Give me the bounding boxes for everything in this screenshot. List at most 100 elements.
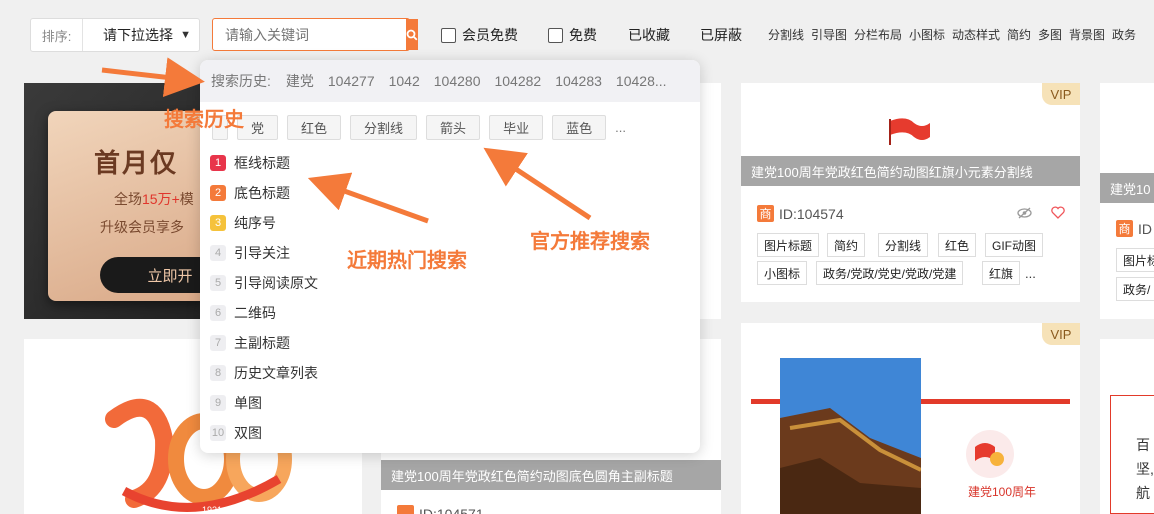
tag-filter-multi-image[interactable]: 多图	[1038, 26, 1062, 43]
recommended-tag[interactable]: 蓝色	[552, 115, 607, 140]
card-tag[interactable]: 政务/党政/党史/党政/党建	[816, 261, 964, 285]
card-tag[interactable]: 图片标题	[757, 233, 820, 257]
member-free-checkbox[interactable]: 会员免费	[441, 25, 518, 45]
commercial-badge	[397, 505, 414, 514]
template-card-104574[interactable]: VIP 建党100周年党政红色简约动图红旗小元素分割线 商 ID:104574 …	[741, 83, 1080, 302]
sort-label: 排序:	[31, 19, 83, 51]
rank-badge: 9	[210, 395, 226, 411]
template-card-temple[interactable]: VIP 建党100周年	[741, 323, 1080, 514]
card-id: ID:104574	[779, 205, 844, 222]
commercial-badge: 商	[1116, 220, 1133, 237]
annotation-recommended: 官方推荐搜索	[530, 229, 650, 253]
history-item[interactable]: 建党	[286, 71, 314, 91]
card-tag[interactable]: 红旗	[982, 261, 1021, 285]
text-line: 航	[1136, 485, 1150, 501]
hot-search-item[interactable]: 10 双图	[210, 418, 318, 448]
tag-filter-small-icon[interactable]: 小图标	[909, 26, 945, 43]
hot-search-item[interactable]: 2 底色标题	[210, 178, 318, 208]
card-id: ID	[1138, 220, 1152, 237]
free-label: 免费	[569, 27, 597, 43]
tag-filter-simple[interactable]: 简约	[1007, 26, 1031, 43]
card-title: 建党100周年党政红色简约动图红旗小元素分割线	[741, 156, 1080, 186]
collected-filter[interactable]: 已收藏	[628, 25, 670, 45]
hot-search-item[interactable]: 4 引导关注	[210, 238, 318, 268]
history-item[interactable]: 10428...	[616, 73, 667, 89]
card-tag[interactable]: 政务/	[1116, 277, 1154, 301]
search-input[interactable]	[213, 19, 406, 50]
card-id-row: ID:104571	[397, 505, 484, 514]
tag-filter-divider[interactable]: 分割线	[768, 26, 804, 43]
sort-dropdown[interactable]: 排序: 请下拉选择 ▼	[30, 18, 200, 52]
banner-line2: 升级会员享多	[100, 219, 184, 235]
recommended-more[interactable]: ...	[615, 120, 626, 135]
banner-line1-prefix: 全场	[114, 191, 142, 207]
template-card-partial[interactable]: 建党10 商 ID 图片标 政务/	[1100, 83, 1154, 319]
eye-hidden-icon[interactable]	[1017, 207, 1032, 219]
card-id-row: 商 ID:104574	[757, 205, 844, 222]
hot-search-list: 1 框线标题 2 底色标题 3 纯序号 4 引导关注 5 引导阅读原文 6 二维码 7 主副标…	[210, 148, 318, 448]
hot-search-item[interactable]: 8 历史文章列表	[210, 358, 318, 388]
history-item[interactable]: 104280	[434, 73, 481, 89]
hot-search-item[interactable]: 9 单图	[210, 388, 318, 418]
tag-filter-background[interactable]: 背景图	[1069, 26, 1105, 43]
banner-line1: 全场15万+模	[114, 189, 194, 209]
rank-badge: 6	[210, 305, 226, 321]
hot-search-item[interactable]: 5 引导阅读原文	[210, 268, 318, 298]
tag-filter-columns[interactable]: 分栏布局	[854, 26, 902, 43]
template-card-partial-text[interactable]: 百 坚, 航	[1100, 339, 1154, 514]
free-checkbox[interactable]: 免费	[548, 25, 597, 45]
tag-filter-guide[interactable]: 引导图	[811, 26, 847, 43]
commercial-badge: 商	[757, 205, 774, 222]
hot-search-label: 纯序号	[234, 215, 276, 231]
tag-filter-government[interactable]: 政务	[1112, 26, 1136, 43]
history-item[interactable]: 104277	[328, 73, 375, 89]
hot-search-item[interactable]: 7 主副标题	[210, 328, 318, 358]
card-id-row: 商 ID	[1116, 220, 1152, 237]
checkbox-box[interactable]	[548, 27, 563, 43]
card-caption: 建党100周年	[968, 485, 1037, 499]
checkbox-box[interactable]	[441, 27, 456, 43]
history-item[interactable]: 104282	[494, 73, 541, 89]
hot-search-label: 单图	[234, 395, 262, 411]
card-tag[interactable]: 红色	[938, 233, 977, 257]
history-item[interactable]: 1042	[389, 73, 420, 89]
recommended-tag[interactable]: 分割线	[350, 115, 418, 140]
history-item[interactable]: 104283	[555, 73, 602, 89]
hot-search-label: 引导阅读原文	[234, 275, 318, 291]
recommended-search-row: 党 红色 分割线 箭头 毕业 蓝色 ...	[212, 115, 626, 140]
recommended-tag[interactable]: 箭头	[426, 115, 481, 140]
rank-badge: 10	[210, 425, 226, 441]
card-title: 建党100周年党政红色简约动图底色圆角主副标题	[381, 460, 721, 490]
hot-search-item[interactable]: 6 二维码	[210, 298, 318, 328]
blocked-filter[interactable]: 已屏蔽	[700, 25, 742, 45]
card-tag[interactable]: 简约	[827, 233, 866, 257]
hot-search-label: 框线标题	[234, 155, 290, 171]
search-button[interactable]	[406, 19, 418, 50]
heart-icon[interactable]	[1051, 206, 1065, 219]
rank-badge: 4	[210, 245, 226, 261]
card-tag[interactable]: GIF动图	[985, 233, 1043, 257]
hot-search-label: 引导关注	[234, 245, 290, 261]
card-tag[interactable]: 图片标	[1116, 248, 1154, 272]
sort-select[interactable]: 请下拉选择 ▼	[83, 25, 199, 45]
recommended-tag[interactable]: 红色	[287, 115, 342, 140]
hot-search-item[interactable]: 1 框线标题	[210, 148, 318, 178]
party-emblem-icon	[966, 430, 1014, 478]
arrow-to-history	[101, 57, 205, 98]
filter-bar: 排序: 请下拉选择 ▼ 会员免费 免费 已收藏 已屏蔽 分割线 引导图 分栏布局…	[0, 0, 1154, 66]
search-icon	[406, 29, 418, 40]
logo-years: 1921-2021	[202, 505, 245, 514]
hot-search-item[interactable]: 3 纯序号	[210, 208, 318, 238]
vip-badge: VIP	[1042, 83, 1080, 105]
card-tag[interactable]: 小图标	[757, 261, 808, 285]
annotation-hot: 近期热门搜索	[347, 248, 467, 272]
hot-search-label: 主副标题	[234, 335, 290, 351]
chevron-down-icon: ▼	[180, 29, 191, 41]
card-title: 建党10	[1100, 173, 1154, 203]
tag-filter-dynamic[interactable]: 动态样式	[952, 26, 1000, 43]
recommended-tag[interactable]: 毕业	[489, 115, 544, 140]
text-line: 百	[1136, 437, 1150, 453]
card-tag[interactable]: 分割线	[878, 233, 929, 257]
banner-line1-highlight: 15万+	[142, 191, 180, 207]
more-tags[interactable]: ...	[1025, 266, 1036, 281]
